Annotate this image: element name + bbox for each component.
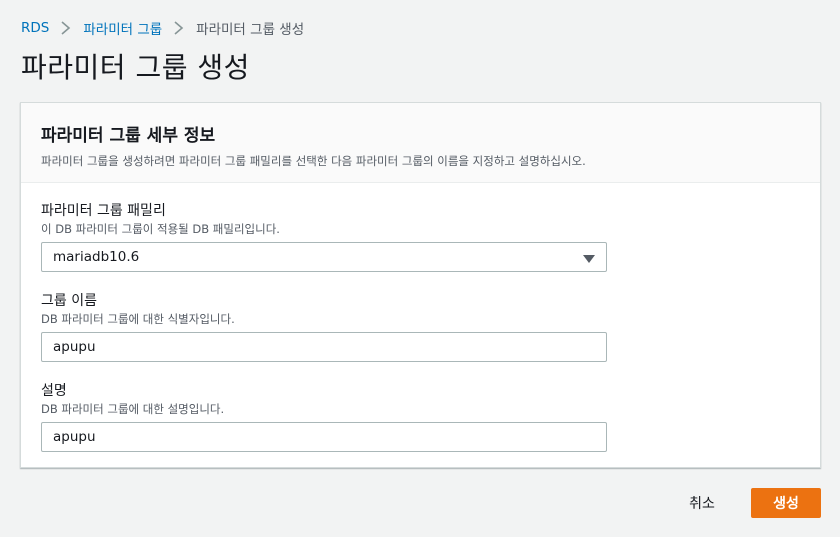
breadcrumb-current: 파라미터 그룹 생성 bbox=[196, 22, 305, 38]
panel-title: 파라미터 그룹 세부 정보 bbox=[41, 126, 216, 146]
group-name-input-value: apupu bbox=[53, 339, 96, 355]
panel-description: 파라미터 그룹을 생성하려면 파라미터 그룹 패밀리를 선택한 다음 파라미터 … bbox=[41, 154, 586, 168]
description-input-value: apupu bbox=[53, 429, 96, 445]
chevron-right-icon bbox=[54, 18, 78, 38]
page-title: 파라미터 그룹 생성 bbox=[21, 51, 250, 84]
group-name-label: 그룹 이름 bbox=[41, 293, 97, 309]
family-select-value: mariadb10.6 bbox=[53, 249, 140, 265]
group-name-field: 그룹 이름 DB 파라미터 그룹에 대한 식별자입니다. apupu bbox=[41, 290, 607, 362]
breadcrumb-rds-link[interactable]: RDS bbox=[21, 20, 49, 36]
chevron-right-icon bbox=[167, 18, 191, 38]
create-button[interactable]: 생성 bbox=[751, 488, 821, 518]
group-name-description: DB 파라미터 그룹에 대한 식별자입니다. bbox=[41, 312, 235, 326]
panel-header: 파라미터 그룹 세부 정보 파라미터 그룹을 생성하려면 파라미터 그룹 패밀리… bbox=[21, 103, 820, 183]
description-field: 설명 DB 파라미터 그룹에 대한 설명입니다. apupu bbox=[41, 380, 607, 452]
caret-down-icon bbox=[583, 252, 595, 263]
breadcrumb-parameter-groups-link[interactable]: 파라미터 그룹 bbox=[83, 18, 162, 38]
family-field: 파라미터 그룹 패밀리 이 DB 파라미터 그룹이 적용될 DB 패밀리입니다.… bbox=[41, 200, 607, 272]
description-input[interactable]: apupu bbox=[41, 422, 607, 452]
group-name-input[interactable]: apupu bbox=[41, 332, 607, 362]
breadcrumb: RDS 파라미터 그룹 파라미터 그룹 생성 bbox=[21, 18, 304, 38]
cancel-button[interactable]: 취소 bbox=[672, 488, 732, 518]
description-description: DB 파라미터 그룹에 대한 설명입니다. bbox=[41, 402, 225, 416]
parameter-group-details-panel: 파라미터 그룹 세부 정보 파라미터 그룹을 생성하려면 파라미터 그룹 패밀리… bbox=[20, 102, 821, 468]
family-description: 이 DB 파라미터 그룹이 적용될 DB 패밀리입니다. bbox=[41, 222, 280, 236]
family-select[interactable]: mariadb10.6 bbox=[41, 242, 607, 272]
description-label: 설명 bbox=[41, 383, 67, 399]
family-label: 파라미터 그룹 패밀리 bbox=[41, 203, 166, 219]
